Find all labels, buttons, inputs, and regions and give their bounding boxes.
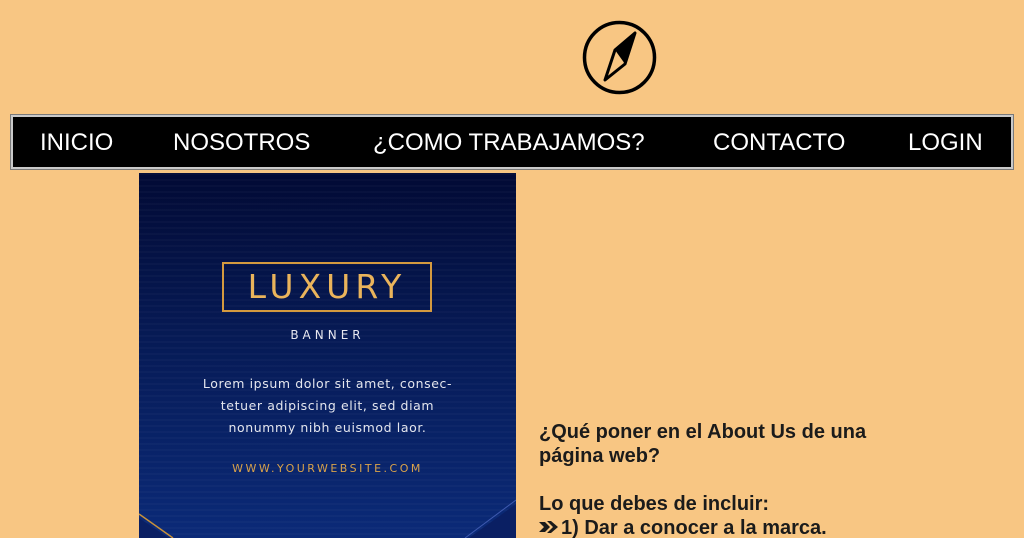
banner-subtitle: BANNER: [290, 328, 365, 342]
banner-body-text: Lorem ipsum dolor sit amet, consec- tetu…: [177, 373, 478, 439]
luxury-banner-image: LUXURY BANNER Lorem ipsum dolor sit amet…: [139, 173, 516, 538]
about-heading: Lo que debes de incluir:: [539, 493, 770, 515]
nav-contacto[interactable]: CONTACTO: [713, 117, 845, 167]
about-question: ¿Qué poner en el About Us de una página …: [539, 421, 867, 467]
nav-inicio[interactable]: INICIO: [40, 117, 113, 167]
banner-body-line: tetuer adipiscing elit, sed diam: [220, 398, 435, 413]
compass-icon[interactable]: [581, 19, 658, 96]
main-navbar: INICIO NOSOTROS ¿COMO TRABAJAMOS? CONTAC…: [10, 114, 1014, 170]
nav-login[interactable]: LOGIN: [908, 117, 983, 167]
banner-url: WWW.YOURWEBSITE.COM: [232, 462, 423, 475]
about-content: ¿Qué poner en el About Us de una página …: [539, 420, 869, 538]
banner-body-line: nonummy nibh euismod laor.: [228, 420, 427, 435]
nav-nosotros[interactable]: NOSOTROS: [173, 117, 310, 167]
list-item-text: 1) Dar a conocer a la marca.: [561, 517, 827, 538]
banner-decoration: [139, 499, 516, 538]
nav-como-trabajamos[interactable]: ¿COMO TRABAJAMOS?: [373, 117, 645, 167]
banner-title: LUXURY: [222, 262, 432, 312]
list-item: 1) Dar a conocer a la marca.: [539, 516, 869, 538]
double-arrow-icon: [539, 516, 561, 538]
banner-body-line: Lorem ipsum dolor sit amet, consec-: [202, 376, 453, 391]
page: INICIO NOSOTROS ¿COMO TRABAJAMOS? CONTAC…: [0, 0, 1024, 538]
